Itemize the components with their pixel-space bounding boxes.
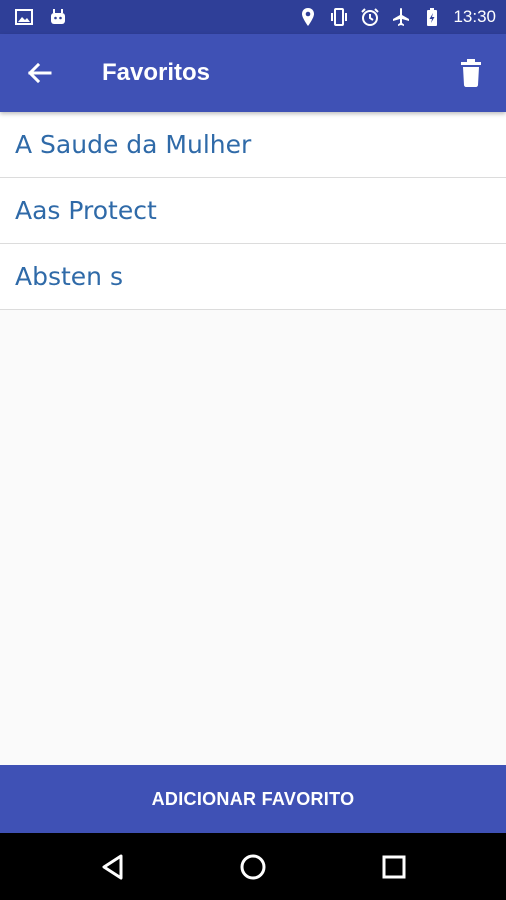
alarm-icon [360,7,380,27]
home-circle-icon[interactable] [237,851,269,883]
image-icon [14,7,34,27]
page-title: Favoritos [102,59,211,86]
airplane-icon [391,7,411,27]
list-item-label: Aas Protect [15,196,157,225]
location-icon [298,7,318,27]
back-triangle-icon[interactable] [97,851,129,883]
battery-charging-icon [422,7,442,27]
arrow-back-icon[interactable] [22,56,56,90]
vibrate-icon [329,7,349,27]
add-favorite-button[interactable]: ADICIONAR FAVORITO [0,765,506,833]
list-item-label: A Saude da Mulher [15,130,252,159]
status-left-icons [14,7,68,27]
list-item[interactable]: A Saude da Mulher [0,112,506,178]
status-right-icons: 13:30 [298,6,496,28]
list-item[interactable]: Absten s [0,244,506,310]
app-bar: Favoritos [0,34,506,112]
list-item[interactable]: Aas Protect [0,178,506,244]
trash-icon[interactable] [454,56,488,90]
recents-square-icon[interactable] [378,851,410,883]
favorites-list: A Saude da Mulher Aas Protect Absten s [0,112,506,310]
list-item-label: Absten s [15,262,123,291]
navigation-bar [0,833,506,900]
android-icon [48,7,68,27]
status-bar: 13:30 [0,0,506,34]
status-time: 13:30 [453,7,496,26]
